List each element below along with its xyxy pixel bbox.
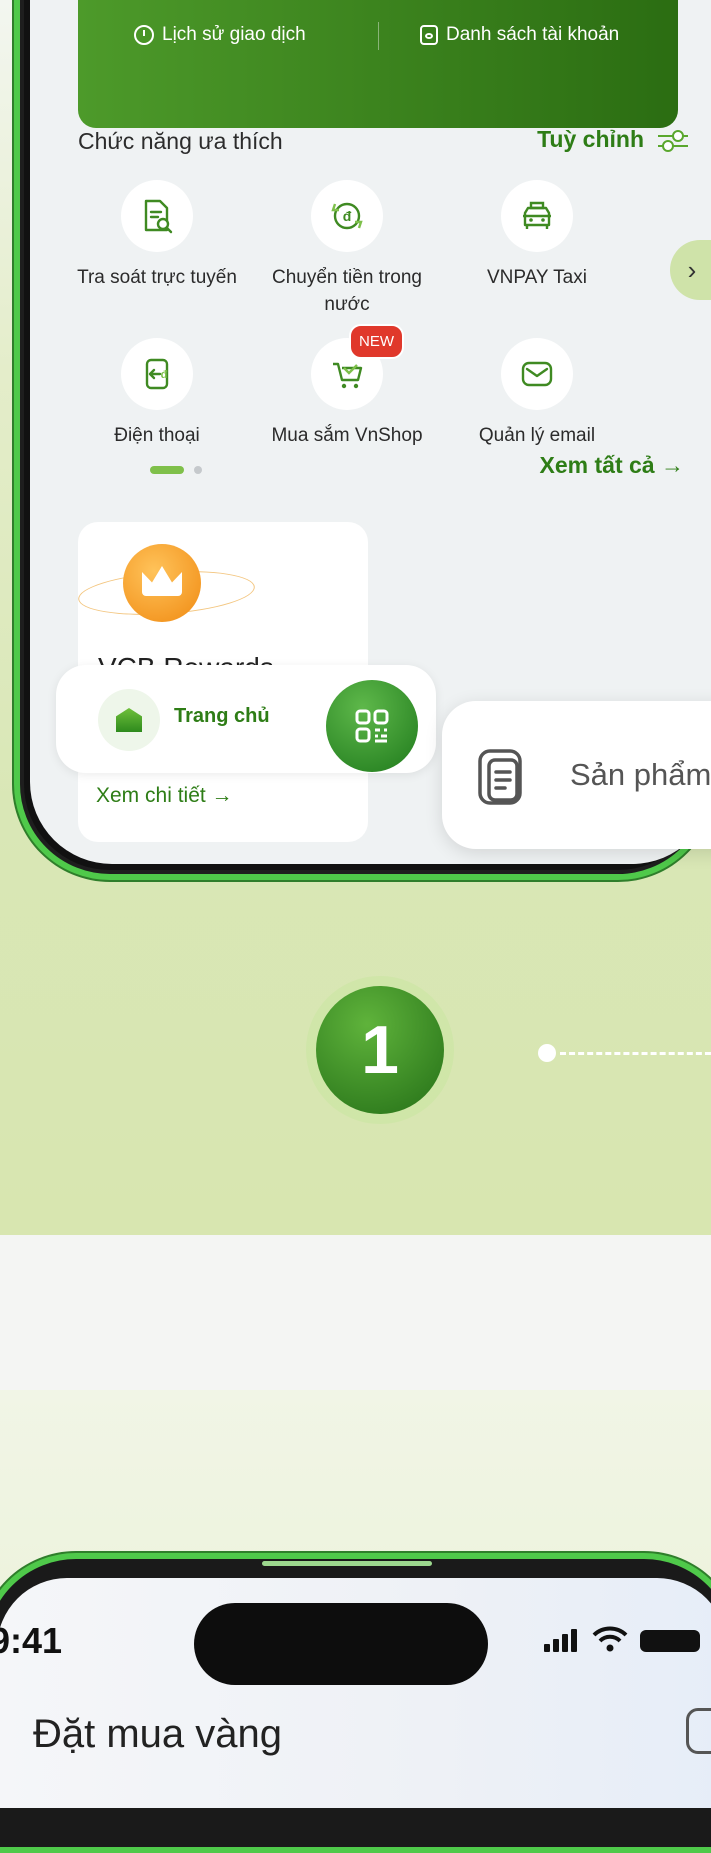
clock-icon xyxy=(134,25,154,45)
account-quick-bar: Lịch sử giao dịch Danh sách tài khoản xyxy=(78,0,678,128)
step-number-badge: 1 xyxy=(316,986,444,1114)
background-middle xyxy=(0,1235,711,1390)
func-label: Chuyển tiền trong nước xyxy=(272,267,422,315)
qr-scan-button[interactable] xyxy=(326,680,418,772)
func-item-vnpay-taxi[interactable]: VNPAY Taxi xyxy=(452,180,622,291)
func-label: VNPAY Taxi xyxy=(487,267,587,288)
account-list-link[interactable]: Danh sách tài khoản xyxy=(420,24,619,46)
phone-topup-icon: đ xyxy=(121,338,193,410)
favorites-title: Chức năng ưa thích xyxy=(78,128,283,154)
page-indicator xyxy=(150,461,203,479)
home-outline-icon[interactable] xyxy=(686,1708,711,1754)
chevron-right-icon: › xyxy=(687,254,697,285)
transaction-history-link[interactable]: Lịch sử giao dịch xyxy=(134,24,306,46)
svg-text:đ: đ xyxy=(161,369,168,381)
dynamic-island xyxy=(194,1603,488,1685)
func-label: Tra soát trực tuyến xyxy=(77,267,237,288)
page-title: Đặt mua vàng xyxy=(33,1712,283,1756)
func-item-chuyen-tien[interactable]: đ Chuyển tiền trong nước xyxy=(262,180,432,318)
wifi-icon xyxy=(592,1626,628,1652)
status-icons xyxy=(544,1626,700,1652)
wallet-icon xyxy=(420,25,438,45)
nav-home-label[interactable]: Trang chủ xyxy=(174,705,270,728)
bar-divider xyxy=(378,22,379,50)
new-badge: NEW xyxy=(349,324,404,359)
transaction-history-label: Lịch sử giao dịch xyxy=(162,24,306,45)
func-item-vnshop[interactable]: NEW Mua sắm VnShop xyxy=(262,324,432,449)
crown-icon xyxy=(123,544,201,622)
func-label: Quản lý email xyxy=(478,425,596,446)
func-item-dien-thoai[interactable]: đ Điện thoại xyxy=(72,338,242,449)
money-transfer-icon: đ xyxy=(311,180,383,252)
bottom-nav: Trang chủ xyxy=(56,665,436,773)
phone-speaker xyxy=(262,1561,432,1566)
func-label: Điện thoại xyxy=(114,425,200,446)
account-list-label: Danh sách tài khoản xyxy=(446,24,620,45)
battery-icon xyxy=(640,1630,700,1652)
document-search-icon xyxy=(121,180,193,252)
customize-label: Tuỳ chỉnh xyxy=(537,126,644,152)
status-time: 9:41 xyxy=(0,1620,63,1661)
products-tab[interactable]: Sản phẩm xyxy=(442,701,711,849)
func-item-quan-ly-email[interactable]: Quản lý email xyxy=(452,338,622,449)
customize-button[interactable]: Tuỳ chỉnh xyxy=(537,126,688,153)
rewards-detail-link[interactable]: Xem chi tiết → xyxy=(96,784,233,808)
func-label: Mua sắm VnShop xyxy=(271,425,423,446)
taxi-icon xyxy=(501,180,573,252)
home-icon[interactable] xyxy=(98,689,160,751)
svg-text:đ: đ xyxy=(343,208,352,224)
nav-products-label: Sản phẩm xyxy=(570,757,711,792)
page-dot xyxy=(194,465,203,474)
favorites-next-button[interactable]: › xyxy=(670,240,711,300)
document-icon xyxy=(478,749,522,805)
func-item-tra-soat[interactable]: Tra soát trực tuyến xyxy=(72,180,242,291)
page-dot-active xyxy=(150,465,184,474)
see-all-link[interactable]: Xem tất cả → xyxy=(540,452,684,479)
qr-icon xyxy=(355,709,389,743)
signal-icon xyxy=(544,1629,580,1652)
step-connector-dot xyxy=(538,1044,556,1062)
sliders-icon xyxy=(658,128,688,152)
step-connector-line xyxy=(560,1052,711,1055)
mail-icon xyxy=(501,338,573,410)
